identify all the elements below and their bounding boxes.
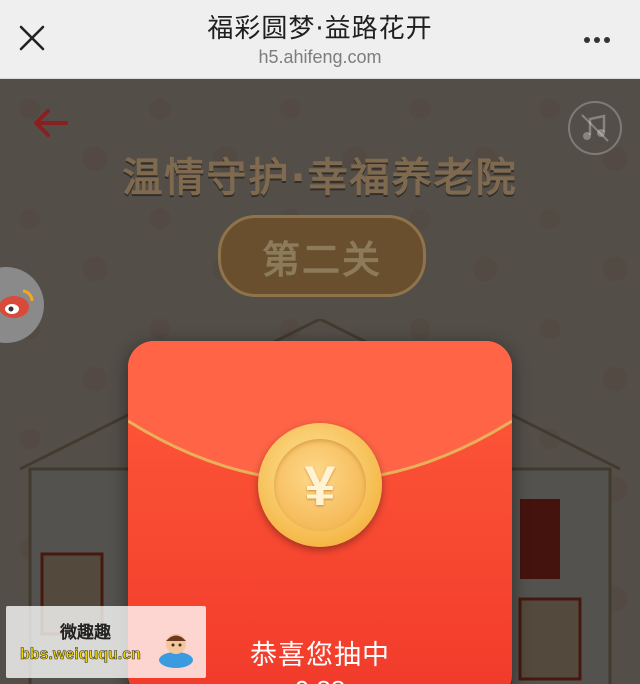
page-url: h5.ahifeng.com: [258, 47, 382, 67]
back-arrow-icon[interactable]: [30, 105, 70, 141]
watermark-url: bbs.weiququ.cn: [20, 646, 141, 664]
game-area: 温情守护·幸福养老院 第二关 ¥ 恭喜您抽中 0.88: [0, 79, 640, 684]
page-title: 福彩圆梦·益路花开: [207, 14, 433, 44]
game-title: 温情守护·幸福养老院: [122, 155, 518, 201]
watermark-name: 微趣趣: [60, 623, 111, 643]
more-icon[interactable]: [582, 28, 618, 48]
open-coin-button[interactable]: ¥: [258, 423, 382, 547]
watermark: 微趣趣 bbs.weiququ.cn: [6, 606, 206, 678]
level-label: 第二关: [261, 237, 382, 282]
browser-title-bar: 福彩圆梦·益路花开 h5.ahifeng.com: [0, 0, 640, 79]
coin-face: ¥: [274, 439, 366, 531]
title-block: 福彩圆梦·益路花开 h5.ahifeng.com: [0, 8, 640, 68]
mascot-icon: [159, 634, 193, 668]
level-badge: 第二关: [218, 215, 426, 297]
yuan-icon: ¥: [304, 453, 336, 517]
